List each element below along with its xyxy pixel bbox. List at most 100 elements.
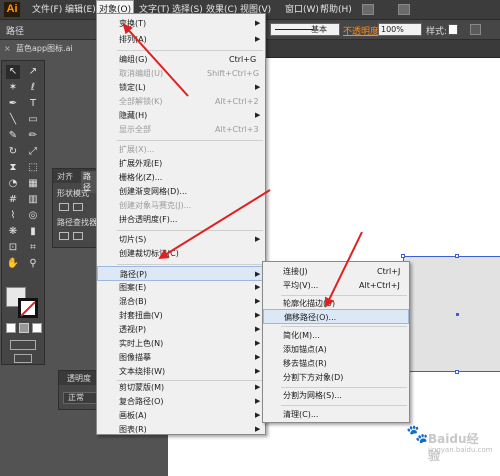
menu-item-transform[interactable]: 变换(T) ▶ xyxy=(97,16,265,31)
menu-file[interactable]: 文件(F) xyxy=(30,0,64,20)
bounding-handle-top-left[interactable] xyxy=(401,254,405,258)
submenu-item-add-anchor-points[interactable]: 添加锚点(A) xyxy=(263,342,409,357)
menu-item-unlock-all[interactable]: 全部解锁(K) Alt+Ctrl+2 xyxy=(97,94,265,109)
style-label: 样式: xyxy=(426,27,448,37)
graph-tool-icon[interactable]: ▮ xyxy=(26,225,40,239)
bridge-icon[interactable] xyxy=(362,4,374,15)
app-logo: Ai xyxy=(4,2,20,17)
menu-item-text-wrap[interactable]: 文本绕排(W) ▶ xyxy=(97,364,265,379)
selection-tool-icon[interactable]: ↖ xyxy=(6,65,20,79)
minus-front-icon[interactable] xyxy=(73,203,83,211)
menu-item-artboards[interactable]: 画板(A) ▶ xyxy=(97,408,265,423)
menu-item-slice[interactable]: 切片(S) ▶ xyxy=(97,232,265,247)
gradient-tool-icon[interactable]: ▥ xyxy=(26,193,40,207)
line-tool-icon[interactable]: ╲ xyxy=(6,113,20,127)
object-menu: 变换(T) ▶ 排列(A) ▶ 编组(G) Ctrl+G 取消编组(U) Shift+C… xyxy=(96,13,266,435)
menu-item-compound-path[interactable]: 复合路径(O) ▶ xyxy=(97,394,265,409)
stroke-color-box[interactable] xyxy=(18,298,38,318)
stroke-style-dropdown[interactable]: 基本 xyxy=(270,23,340,36)
arrange-documents-icon[interactable] xyxy=(398,4,410,15)
submenu-item-offset-path[interactable]: 偏移路径(O)... xyxy=(263,309,409,324)
menu-item-live-paint[interactable]: 实时上色(N) ▶ xyxy=(97,336,265,351)
divide-icon[interactable] xyxy=(59,232,69,240)
menu-item-group[interactable]: 编组(G) Ctrl+G xyxy=(97,52,265,67)
opacity-link[interactable]: 不透明度 xyxy=(343,24,379,37)
bounding-handle-bottom-middle[interactable] xyxy=(455,370,459,374)
watermark-url: jingyan.baidu.com xyxy=(428,446,493,454)
menu-item-envelope-distort[interactable]: 封套扭曲(V) ▶ xyxy=(97,308,265,323)
menu-item-path[interactable]: 路径(P) ▶ xyxy=(97,266,265,281)
submenu-item-average[interactable]: 平均(V)... Alt+Ctrl+J xyxy=(263,278,409,293)
blend-tool-icon[interactable]: ◎ xyxy=(26,209,40,223)
screen-mode-icon[interactable] xyxy=(14,354,32,363)
magic-wand-tool-icon[interactable]: ✶ xyxy=(6,81,20,95)
menu-item-perspective[interactable]: 透视(P) ▶ xyxy=(97,322,265,337)
color-mode-icon[interactable] xyxy=(6,323,16,333)
free-transform-tool-icon[interactable]: ⬚ xyxy=(26,161,40,175)
menu-item-create-trim-marks[interactable]: 创建裁切标记(C) xyxy=(97,246,265,261)
document-setup-icon[interactable] xyxy=(470,24,481,35)
pencil-tool-icon[interactable]: ✏ xyxy=(26,129,40,143)
slice-tool-icon[interactable]: ⌗ xyxy=(26,241,40,255)
submenu-item-clean-up[interactable]: 清理(C)... xyxy=(263,407,409,422)
opacity-input[interactable]: 100% xyxy=(378,23,422,36)
artboard-tool-icon[interactable]: ⊡ xyxy=(6,241,20,255)
menu-item-rasterize[interactable]: 栅格化(Z)... xyxy=(97,170,265,185)
menu-item-graph[interactable]: 图表(R) ▶ xyxy=(97,422,265,437)
scale-tool-icon[interactable]: ⤢ xyxy=(26,145,40,159)
tab-align[interactable]: 对齐 xyxy=(57,171,73,182)
pen-tool-icon[interactable]: ✒ xyxy=(6,97,20,111)
paintbrush-tool-icon[interactable]: ✎ xyxy=(6,129,20,143)
submenu-item-simplify[interactable]: 简化(M)... xyxy=(263,328,409,343)
document-tab[interactable]: × 蓝色app图标.ai xyxy=(0,40,104,58)
watermark: 🐾 Baidu经验 jingyan.baidu.com xyxy=(406,424,493,463)
graphic-style-swatch[interactable] xyxy=(448,24,458,35)
menu-item-image-trace[interactable]: 图像描摹 ▶ xyxy=(97,350,265,365)
menu-item-arrange[interactable]: 排列(A) ▶ xyxy=(97,32,265,47)
submenu-item-split-into-grid[interactable]: 分割为网格(S)... xyxy=(263,388,409,403)
tools-panel: ↖ ↗ ✶ ℓ ✒ T ╲ ▭ ✎ ✏ ↻ ⤢ ⧗ ⬚ ◔ ▦ # ▥ ⌇ ◎ … xyxy=(1,60,45,365)
width-tool-icon[interactable]: ⧗ xyxy=(6,161,20,175)
menu-help[interactable]: 帮助(H) xyxy=(318,0,354,20)
bounding-handle-top-middle[interactable] xyxy=(455,254,459,258)
menu-item-expand[interactable]: 扩展(X)... xyxy=(97,142,265,157)
menu-item-create-object-mosaic[interactable]: 创建对象马赛克(J)... xyxy=(97,198,265,213)
selected-rectangle[interactable] xyxy=(403,256,500,372)
zoom-tool-icon[interactable]: ⚲ xyxy=(26,257,40,271)
submenu-item-join[interactable]: 连接(J) Ctrl+J xyxy=(263,264,409,279)
submenu-item-divide-objects-below[interactable]: 分割下方对象(D) xyxy=(263,370,409,385)
menu-edit[interactable]: 编辑(E) xyxy=(63,0,98,20)
trim-icon[interactable] xyxy=(73,232,83,240)
submenu-item-remove-anchor-points[interactable]: 移去锚点(R) xyxy=(263,356,409,371)
menu-item-flatten-transparency[interactable]: 拼合透明度(F)... xyxy=(97,212,265,227)
menu-item-create-gradient-mesh[interactable]: 创建渐变网格(D)... xyxy=(97,184,265,199)
selection-type-label: 路径 xyxy=(6,27,25,37)
perspective-grid-tool-icon[interactable]: ▦ xyxy=(26,177,40,191)
transparency-panel-title[interactable]: 透明度 xyxy=(67,373,91,384)
menu-item-pattern[interactable]: 图案(E) ▶ xyxy=(97,280,265,295)
direct-selection-tool-icon[interactable]: ↗ xyxy=(26,65,40,79)
menu-item-expand-appearance[interactable]: 扩展外观(E) xyxy=(97,156,265,171)
menu-item-lock[interactable]: 锁定(L) ▶ xyxy=(97,80,265,95)
symbol-sprayer-tool-icon[interactable]: ❋ xyxy=(6,225,20,239)
menu-item-clipping-mask[interactable]: 剪切蒙版(M) ▶ xyxy=(97,380,265,395)
eyedropper-tool-icon[interactable]: ⌇ xyxy=(6,209,20,223)
hand-tool-icon[interactable]: ✋ xyxy=(6,257,20,271)
separator xyxy=(117,230,263,231)
menu-item-hide[interactable]: 隐藏(H) ▶ xyxy=(97,108,265,123)
rectangle-tool-icon[interactable]: ▭ xyxy=(26,113,40,127)
mesh-tool-icon[interactable]: # xyxy=(6,193,20,207)
draw-mode-icon[interactable] xyxy=(10,340,36,350)
menu-item-blend[interactable]: 混合(B) ▶ xyxy=(97,294,265,309)
close-tab-icon[interactable]: × xyxy=(4,40,11,58)
menu-item-show-all[interactable]: 显示全部 Alt+Ctrl+3 xyxy=(97,122,265,137)
none-mode-icon[interactable] xyxy=(32,323,42,333)
type-tool-icon[interactable]: T xyxy=(26,97,40,111)
menu-item-ungroup[interactable]: 取消编组(U) Shift+Ctrl+G xyxy=(97,66,265,81)
rotate-tool-icon[interactable]: ↻ xyxy=(6,145,20,159)
shape-builder-tool-icon[interactable]: ◔ xyxy=(6,177,20,191)
unite-icon[interactable] xyxy=(59,203,69,211)
gradient-mode-icon[interactable] xyxy=(19,323,29,333)
lasso-tool-icon[interactable]: ℓ xyxy=(26,81,40,95)
menu-window[interactable]: 窗口(W) xyxy=(283,0,321,20)
